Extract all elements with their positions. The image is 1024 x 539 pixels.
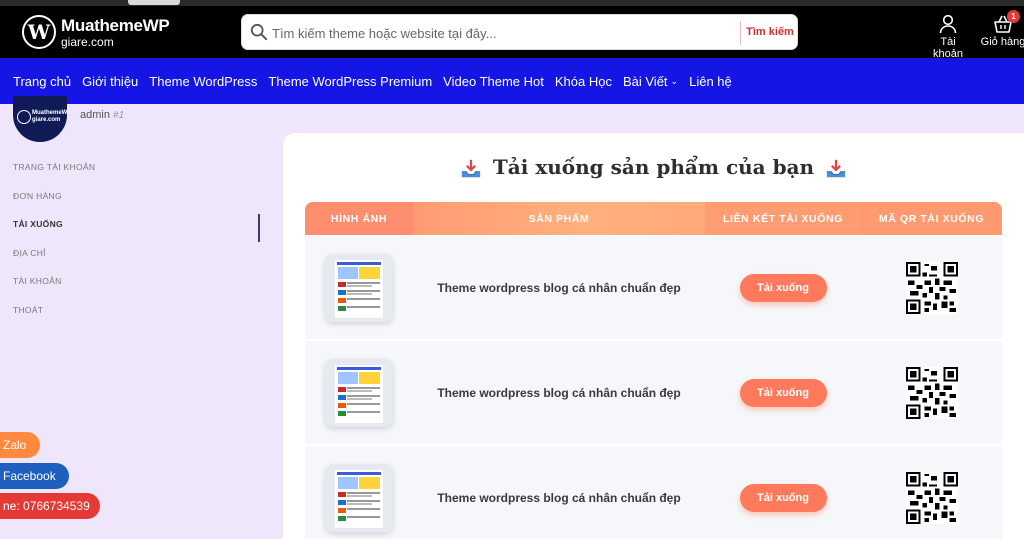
nav-item-articles[interactable]: Bài Viết ⌄: [623, 74, 678, 89]
facebook-contact-button[interactable]: Facebook: [0, 463, 69, 489]
nav-item-theme-wordpress[interactable]: Theme WordPress: [149, 74, 257, 89]
account-username: admin #1: [80, 109, 124, 121]
nav-item-theme-premium[interactable]: Theme WordPress Premium: [268, 74, 432, 89]
qr-cell: [861, 366, 1002, 419]
nav-item-home[interactable]: Trang chủ: [13, 74, 71, 89]
column-header-product: Sản phẩm: [528, 212, 590, 225]
downloads-card: Tải xuống sản phẩm của bạn Hình ảnh Sản …: [283, 133, 1024, 539]
search-button[interactable]: Tìm kiếm: [742, 15, 798, 49]
username: admin: [80, 109, 110, 121]
logo-line-1: MuathemeWP: [61, 15, 170, 35]
table-row: Theme wordpress blog cá nhân chuẩn đẹp T…: [305, 341, 1002, 444]
avatar-text: MuathemeWP giare.com: [32, 110, 67, 123]
image-cell: [305, 253, 413, 322]
sidebar-item-dashboard[interactable]: Trang tài khoản: [13, 160, 263, 189]
sidebar-item-logout[interactable]: Thoát: [13, 303, 263, 332]
search-divider: [740, 21, 741, 45]
nav-item-about[interactable]: Giới thiệu: [82, 74, 138, 89]
qr-code-icon[interactable]: [905, 366, 958, 419]
avatar: MuathemeWP giare.com: [13, 96, 67, 142]
nav-label: Khóa Học: [554, 73, 612, 89]
sidebar-item-downloads[interactable]: Tải xuống: [13, 214, 263, 246]
column-header-download-link: Liên kết tải xuống: [705, 202, 861, 235]
nav-label: Liên hệ: [689, 73, 732, 89]
sidebar-item-orders[interactable]: Đơn hàng: [13, 189, 263, 218]
sidebar-item-account-details[interactable]: Tài khoản: [13, 274, 263, 303]
column-header-qr: Mã QR tải xuống: [861, 202, 1002, 235]
product-thumbnail[interactable]: [325, 253, 393, 322]
account-link[interactable]: Tài khoản: [925, 14, 971, 60]
product-name[interactable]: Theme wordpress blog cá nhân chuẩn đẹp: [413, 281, 705, 295]
main-nav: Trang chủ Giới thiệu Theme WordPress The…: [0, 58, 1024, 104]
qr-code-icon[interactable]: [905, 261, 958, 314]
nav-label: Trang chủ: [13, 73, 72, 89]
nav-item-courses[interactable]: Khóa Học: [555, 74, 612, 89]
table-header: Hình ảnh Sản phẩm Liên kết tải xuống Mã …: [305, 202, 1002, 235]
search-input[interactable]: [272, 19, 742, 47]
download-button[interactable]: Tải xuống: [739, 483, 827, 512]
download-tray-icon: [461, 159, 481, 177]
nav-item-contact[interactable]: Liên hệ: [689, 74, 732, 89]
nav-item-video-theme-hot[interactable]: Video Theme Hot: [443, 74, 544, 89]
download-link-cell: Tải xuống: [705, 483, 861, 512]
download-link-cell: Tải xuống: [705, 378, 861, 407]
account-label: Tài khoản: [933, 36, 963, 60]
download-link-cell: Tải xuống: [705, 273, 861, 302]
logo-line-2: giare.com: [61, 34, 114, 49]
nav-label: Video Theme Hot: [443, 73, 544, 89]
qr-code-icon[interactable]: [905, 471, 958, 524]
cart-count-badge: 1: [1007, 10, 1020, 23]
top-strip-pill: [128, 0, 180, 5]
qr-cell: [861, 261, 1002, 314]
nav-label: Bài Viết: [622, 73, 668, 89]
user-icon: [939, 14, 957, 34]
site-header: W MuathemeWP giare.com Tìm kiếm Tài khoả…: [0, 6, 1024, 60]
nav-label: Giới thiệu: [82, 73, 139, 89]
column-header-image: Hình ảnh: [305, 202, 413, 235]
sidebar-item-addresses[interactable]: Địa chỉ: [13, 246, 263, 275]
wordpress-logo-icon: W: [22, 15, 56, 49]
avatar-logo-icon: [17, 110, 31, 124]
product-name[interactable]: Theme wordpress blog cá nhân chuẩn đẹp: [413, 386, 705, 400]
product-name[interactable]: Theme wordpress blog cá nhân chuẩn đẹp: [413, 491, 705, 505]
account-sidebar: Trang tài khoản Đơn hàng Tải xuống Địa c…: [13, 160, 263, 331]
page-title: Tải xuống sản phẩm của bạn: [283, 155, 1024, 180]
site-logo[interactable]: W MuathemeWP giare.com: [22, 15, 170, 49]
phone-contact-button[interactable]: ne: 0766734539: [0, 493, 100, 519]
user-number: #1: [113, 110, 125, 121]
chevron-down-icon: ⌄: [670, 75, 679, 86]
download-button[interactable]: Tải xuống: [739, 273, 827, 302]
cart-link[interactable]: 1 Giỏ hàng: [980, 10, 1024, 48]
product-thumbnail[interactable]: [325, 358, 393, 427]
image-cell: [305, 463, 413, 532]
search-bar: Tìm kiếm: [241, 14, 798, 50]
product-thumbnail[interactable]: [325, 463, 393, 532]
table-row: Theme wordpress blog cá nhân chuẩn đẹp T…: [305, 236, 1002, 339]
search-icon: [250, 23, 268, 41]
nav-label: Theme WordPress Premium: [268, 73, 433, 89]
download-tray-icon: [826, 159, 846, 177]
logo-text: MuathemeWP giare.com: [61, 15, 170, 49]
page-title-text: Tải xuống sản phẩm của bạn: [492, 155, 815, 179]
qr-cell: [861, 471, 1002, 524]
download-button[interactable]: Tải xuống: [739, 378, 827, 407]
image-cell: [305, 358, 413, 427]
cart-label: Giỏ hàng: [980, 36, 1024, 48]
nav-label: Theme WordPress: [149, 73, 258, 89]
table-row: Theme wordpress blog cá nhân chuẩn đẹp T…: [305, 446, 1002, 539]
zalo-contact-button[interactable]: Zalo: [0, 432, 40, 458]
